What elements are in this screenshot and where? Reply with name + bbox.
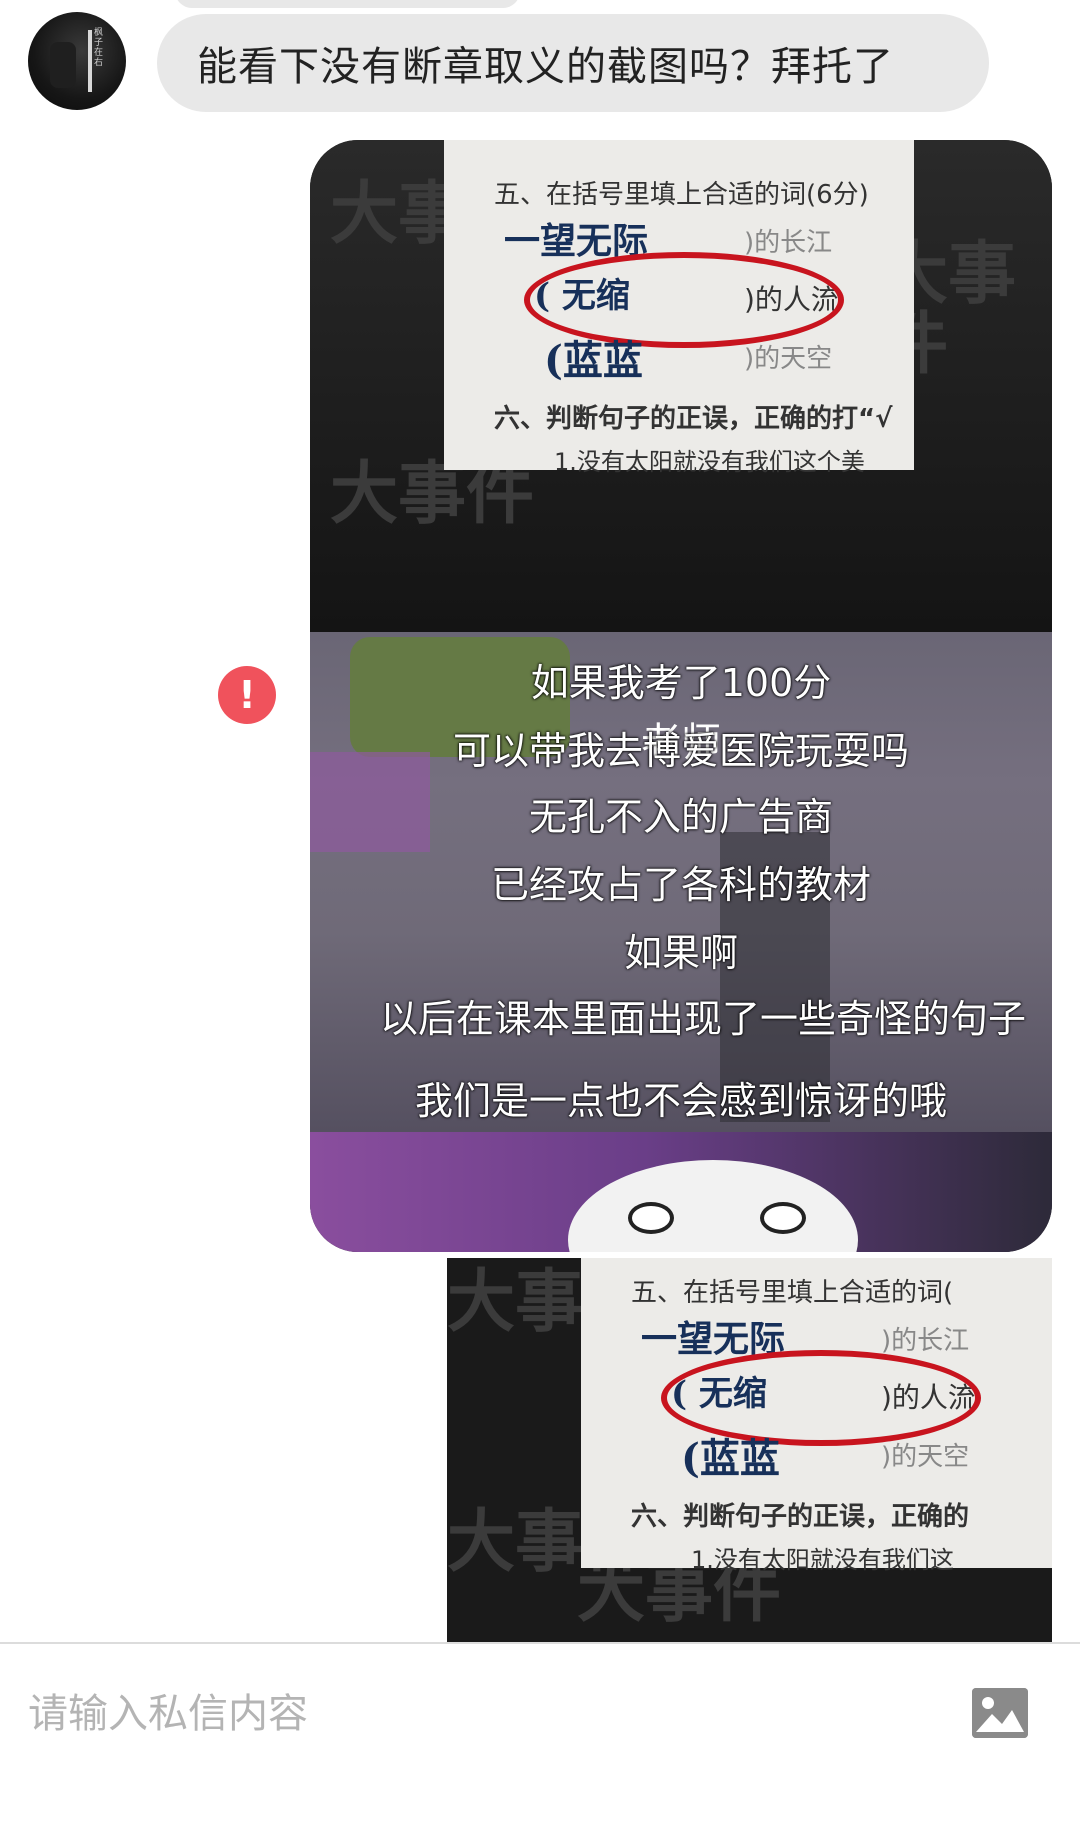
subtitle-line-4: 已经攻占了各科的教材 bbox=[490, 863, 871, 907]
image-bottom-frame bbox=[310, 1132, 1052, 1252]
avatar-stripe bbox=[88, 30, 92, 92]
exam2-section-5: 五、在括号里填上合适的词( bbox=[631, 1278, 954, 1308]
exam2-section-6: 六、判断句子的正误，正确的 bbox=[631, 1502, 970, 1532]
avatar-sign: 枫子在右 bbox=[94, 28, 104, 68]
exam-paper-2: 五、在括号里填上合适的词( 一望无际 )的长江 ( 无缩 )的人流 (蓝蓝 )的… bbox=[581, 1258, 1052, 1574]
avatar-portrait bbox=[50, 42, 76, 88]
image-icon[interactable] bbox=[972, 1688, 1028, 1738]
exam2-line-1: 1.没有太阳就没有我们这 bbox=[691, 1546, 954, 1574]
exam-row-3-text: )的天空 bbox=[744, 344, 833, 374]
subtitle-line-2: 可以带我去博爱医院玩耍吗 bbox=[452, 729, 909, 773]
message-composer bbox=[0, 1644, 1080, 1835]
handwriting2-row-3: (蓝蓝 bbox=[681, 1435, 780, 1482]
meme-eye-left bbox=[628, 1202, 674, 1234]
subtitle-line-7: 我们是一点也不会感到惊讶的哦 bbox=[414, 1079, 947, 1123]
message-input[interactable] bbox=[28, 1684, 928, 1744]
incoming-message-bubble[interactable]: 能看下没有断章取义的截图吗？拜托了 bbox=[157, 14, 989, 112]
exam2-row-3-text: )的天空 bbox=[881, 1442, 970, 1472]
send-failed-icon[interactable]: ! bbox=[218, 666, 276, 724]
handwriting-row-3: (蓝蓝 bbox=[544, 337, 643, 384]
exam-section-5: 五、在括号里填上合适的词(6分) bbox=[494, 180, 869, 210]
chat-thread: 枫子在右 能看下没有断章取义的截图吗？拜托了 大事件 大事件 大事件 五、在括号… bbox=[0, 0, 1080, 1642]
avatar[interactable]: 枫子在右 bbox=[28, 12, 126, 110]
exam-section-6: 六、判断句子的正误，正确的打“√ bbox=[494, 404, 893, 434]
exam2-row-1-text: )的长江 bbox=[881, 1326, 970, 1356]
exam-line-1: 1.没有太阳就没有我们这个美 bbox=[554, 448, 865, 476]
watermark-left-bottom: 大事件 bbox=[330, 455, 535, 534]
subtitle-line-5: 如果啊 bbox=[623, 931, 738, 975]
exam-paper: 五、在括号里填上合适的词(6分) 一望无际 )的长江 ( 无缩 )的人流 (蓝蓝… bbox=[444, 140, 914, 476]
meme-eye-right bbox=[760, 1202, 806, 1234]
incoming-message-text: 能看下没有断章取义的截图吗？拜托了 bbox=[197, 44, 894, 90]
exam-row-1-text: )的长江 bbox=[744, 228, 833, 258]
image-attachment-1[interactable]: 大事件 大事件 大事件 五、在括号里填上合适的词(6分) 一望无际 )的长江 (… bbox=[310, 140, 1052, 1252]
image-attachment-2[interactable]: 大事件 大事件 大事件 五、在括号里填上合适的词( 一望无际 )的长江 ( 无缩… bbox=[447, 1258, 1052, 1642]
image-icon-graphic bbox=[972, 1688, 1028, 1738]
meme-face bbox=[568, 1160, 858, 1252]
subtitle-line-1: 如果我考了100分 bbox=[530, 661, 832, 705]
image-top-background: 大事件 大事件 大事件 五、在括号里填上合适的词(6分) 一望无际 )的长江 (… bbox=[310, 140, 1052, 632]
subtitle-line-3: 无孔不入的广告商 bbox=[528, 795, 833, 839]
previous-message-bubble bbox=[175, 0, 520, 8]
subtitle-line-6: 以后在课本里面出现了一些奇怪的句子 bbox=[380, 997, 1027, 1041]
